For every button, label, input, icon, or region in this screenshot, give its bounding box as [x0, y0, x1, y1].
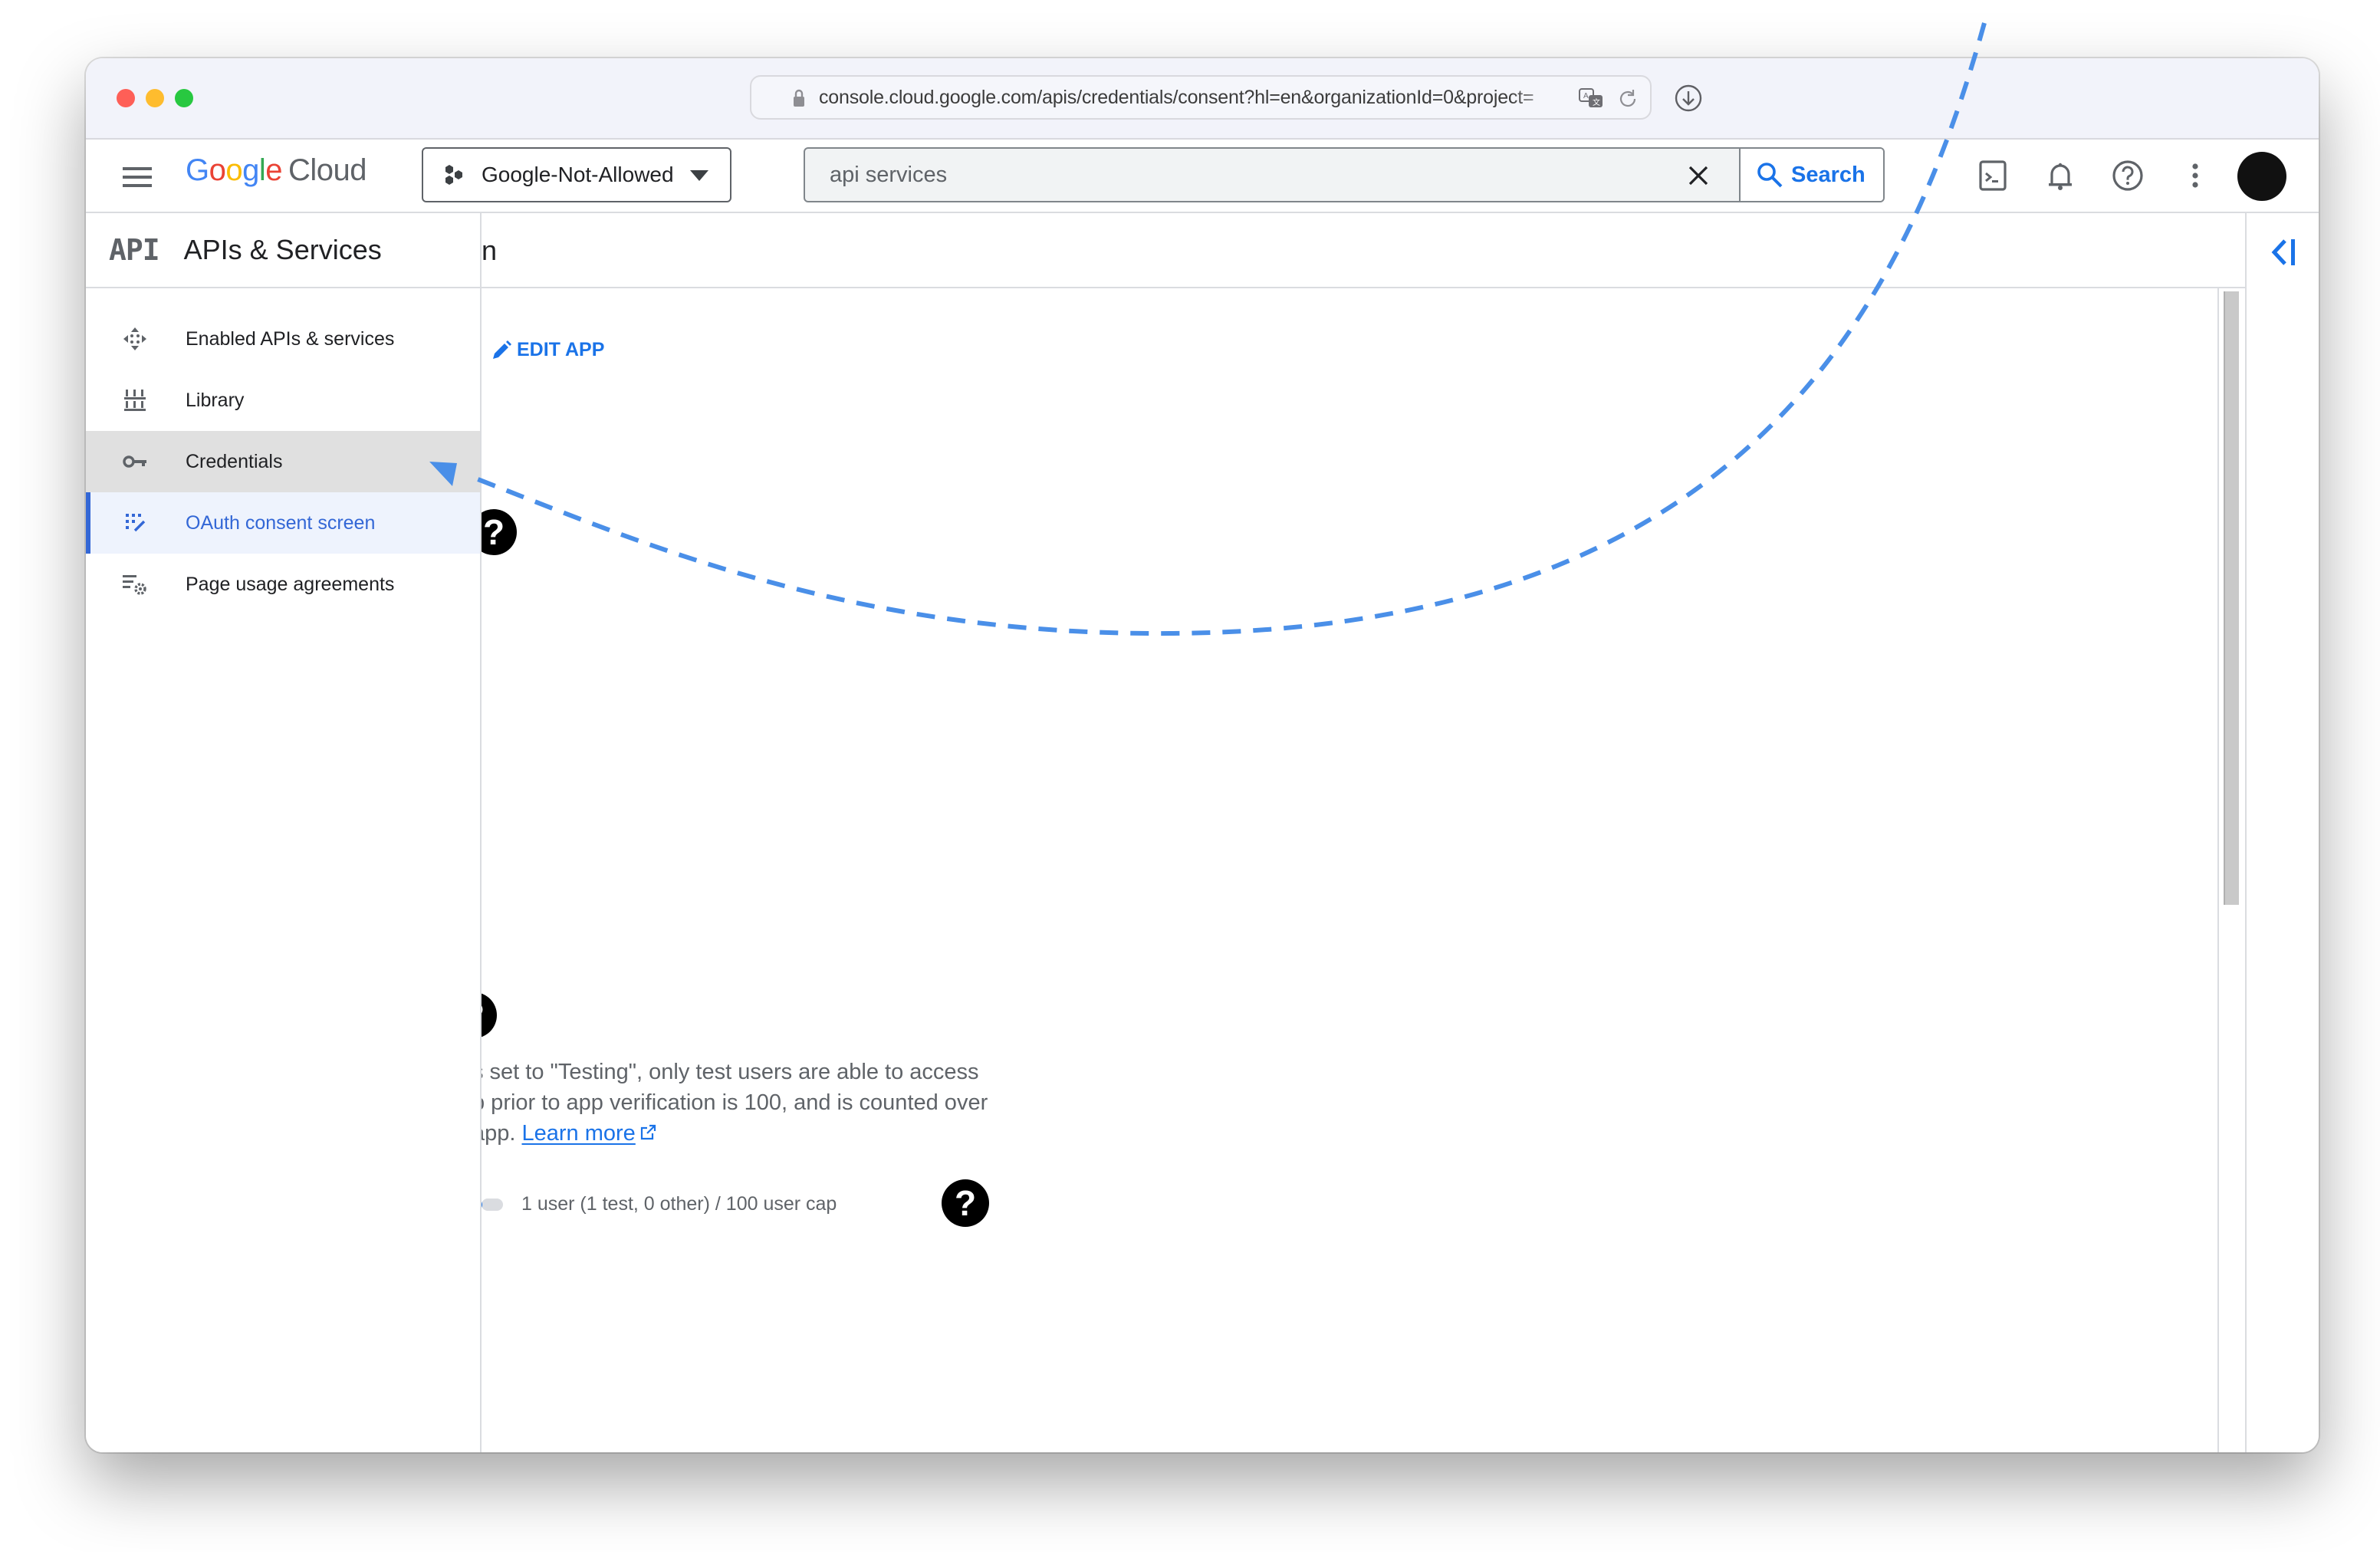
external-link-icon — [640, 1124, 656, 1140]
svg-text:文: 文 — [1593, 97, 1600, 107]
search-icon — [1757, 163, 1783, 188]
search-button[interactable]: Search — [1739, 149, 1883, 201]
logo-letter: e — [265, 153, 283, 187]
sidebar-title: APIs & Services — [183, 234, 382, 265]
notifications-icon[interactable] — [2043, 158, 2078, 193]
search-input[interactable] — [805, 149, 1687, 201]
page-title: n — [482, 235, 498, 266]
sidebar-item-enabled-apis[interactable]: Enabled APIs & services — [86, 308, 480, 370]
screenshot-stage: console.cloud.google.com/apis/credential… — [0, 0, 2380, 1552]
close-window-button[interactable] — [117, 89, 135, 107]
info-line: s set to "Testing", only test users are … — [472, 1060, 979, 1084]
sidebar-item-oauth-consent[interactable]: OAuth consent screen — [86, 492, 480, 554]
sidebar-item-label: OAuth consent screen — [186, 511, 376, 534]
testing-info-text: s set to "Testing", only test users are … — [472, 1057, 1024, 1149]
edit-app-button[interactable]: EDIT APP — [491, 339, 604, 361]
key-icon — [123, 455, 146, 468]
logo-product: Cloud — [288, 153, 367, 187]
info-line: p prior to app verification is 100, and … — [472, 1090, 988, 1115]
project-name: Google-Not-Allowed — [482, 163, 674, 186]
reload-icon[interactable] — [1616, 87, 1639, 110]
clear-search-icon[interactable] — [1687, 164, 1710, 187]
page-title-bar: n — [482, 213, 2245, 288]
sidebar-item-label: Credentials — [186, 450, 283, 472]
browser-window: console.cloud.google.com/apis/credential… — [86, 58, 2319, 1452]
help-marker: ? — [942, 1179, 989, 1227]
sidebar-item-label: Enabled APIs & services — [186, 327, 395, 350]
chevron-down-icon — [690, 170, 708, 181]
maximize-window-button[interactable] — [175, 89, 193, 107]
api-logo-icon: API — [109, 233, 160, 267]
user-cap-progress-bar — [482, 1198, 503, 1211]
sidebar-item-label: Page usage agreements — [186, 573, 395, 595]
sidebar-item-library[interactable]: Library — [86, 370, 480, 431]
right-side-panel — [2245, 213, 2319, 1452]
help-icon[interactable] — [2110, 158, 2145, 193]
collapse-panel-icon[interactable] — [2265, 236, 2302, 268]
sidebar-header: API APIs & Services — [86, 213, 480, 288]
avatar[interactable] — [2237, 152, 2286, 201]
logo-letter: G — [186, 153, 209, 187]
sidebar-item-label: Library — [186, 389, 245, 411]
logo-letter: o — [209, 153, 226, 187]
browser-toolbar: console.cloud.google.com/apis/credential… — [86, 58, 2319, 140]
edit-app-label: EDIT APP — [517, 339, 605, 360]
library-icon — [124, 390, 146, 411]
url-text[interactable]: console.cloud.google.com/apis/credential… — [819, 87, 1570, 109]
enabled-apis-icon — [123, 327, 146, 350]
search-button-label: Search — [1791, 162, 1866, 187]
logo-letter: o — [225, 153, 243, 187]
user-cap-row: 1 user (1 test, 0 other) / 100 user cap — [482, 1193, 837, 1215]
page-usage-icon — [123, 575, 146, 595]
cloud-shell-icon[interactable] — [1975, 158, 2010, 193]
hamburger-menu-icon[interactable] — [123, 166, 152, 189]
translate-icon[interactable]: A文 — [1578, 87, 1606, 110]
lock-icon — [794, 89, 804, 107]
more-vert-icon[interactable] — [2178, 158, 2213, 193]
sidebar-item-page-usage[interactable]: Page usage agreements — [86, 554, 480, 615]
oauth-icon — [126, 514, 146, 532]
logo-letter: g — [242, 153, 259, 187]
learn-more-link[interactable]: Learn more — [522, 1121, 636, 1146]
user-cap-text: 1 user (1 test, 0 other) / 100 user cap — [521, 1193, 837, 1215]
google-cloud-logo[interactable]: Google Cloud — [186, 153, 367, 188]
svg-text:A: A — [1583, 92, 1589, 100]
scrollbar-thumb[interactable] — [2224, 291, 2239, 905]
main-content: n EDIT APP ? ? s set to "Testing", only … — [451, 213, 2245, 1452]
sidebar: API APIs & Services Enabled APIs & servi… — [86, 213, 482, 1452]
search-bar: Search — [804, 147, 1885, 202]
minimize-window-button[interactable] — [146, 89, 164, 107]
edit-pencil-icon — [493, 340, 511, 359]
sidebar-nav: Enabled APIs & services Library Credenti… — [86, 288, 480, 615]
address-bar[interactable]: console.cloud.google.com/apis/credential… — [750, 75, 1652, 120]
console-header: GoogleCloud Google-Not-Allowed Search — [86, 140, 2319, 213]
logo-letter: l — [258, 153, 266, 187]
project-icon — [445, 165, 462, 185]
project-picker[interactable]: Google-Not-Allowed — [422, 147, 731, 202]
download-icon[interactable] — [1675, 84, 1702, 112]
sidebar-item-credentials[interactable]: Credentials — [86, 431, 480, 492]
